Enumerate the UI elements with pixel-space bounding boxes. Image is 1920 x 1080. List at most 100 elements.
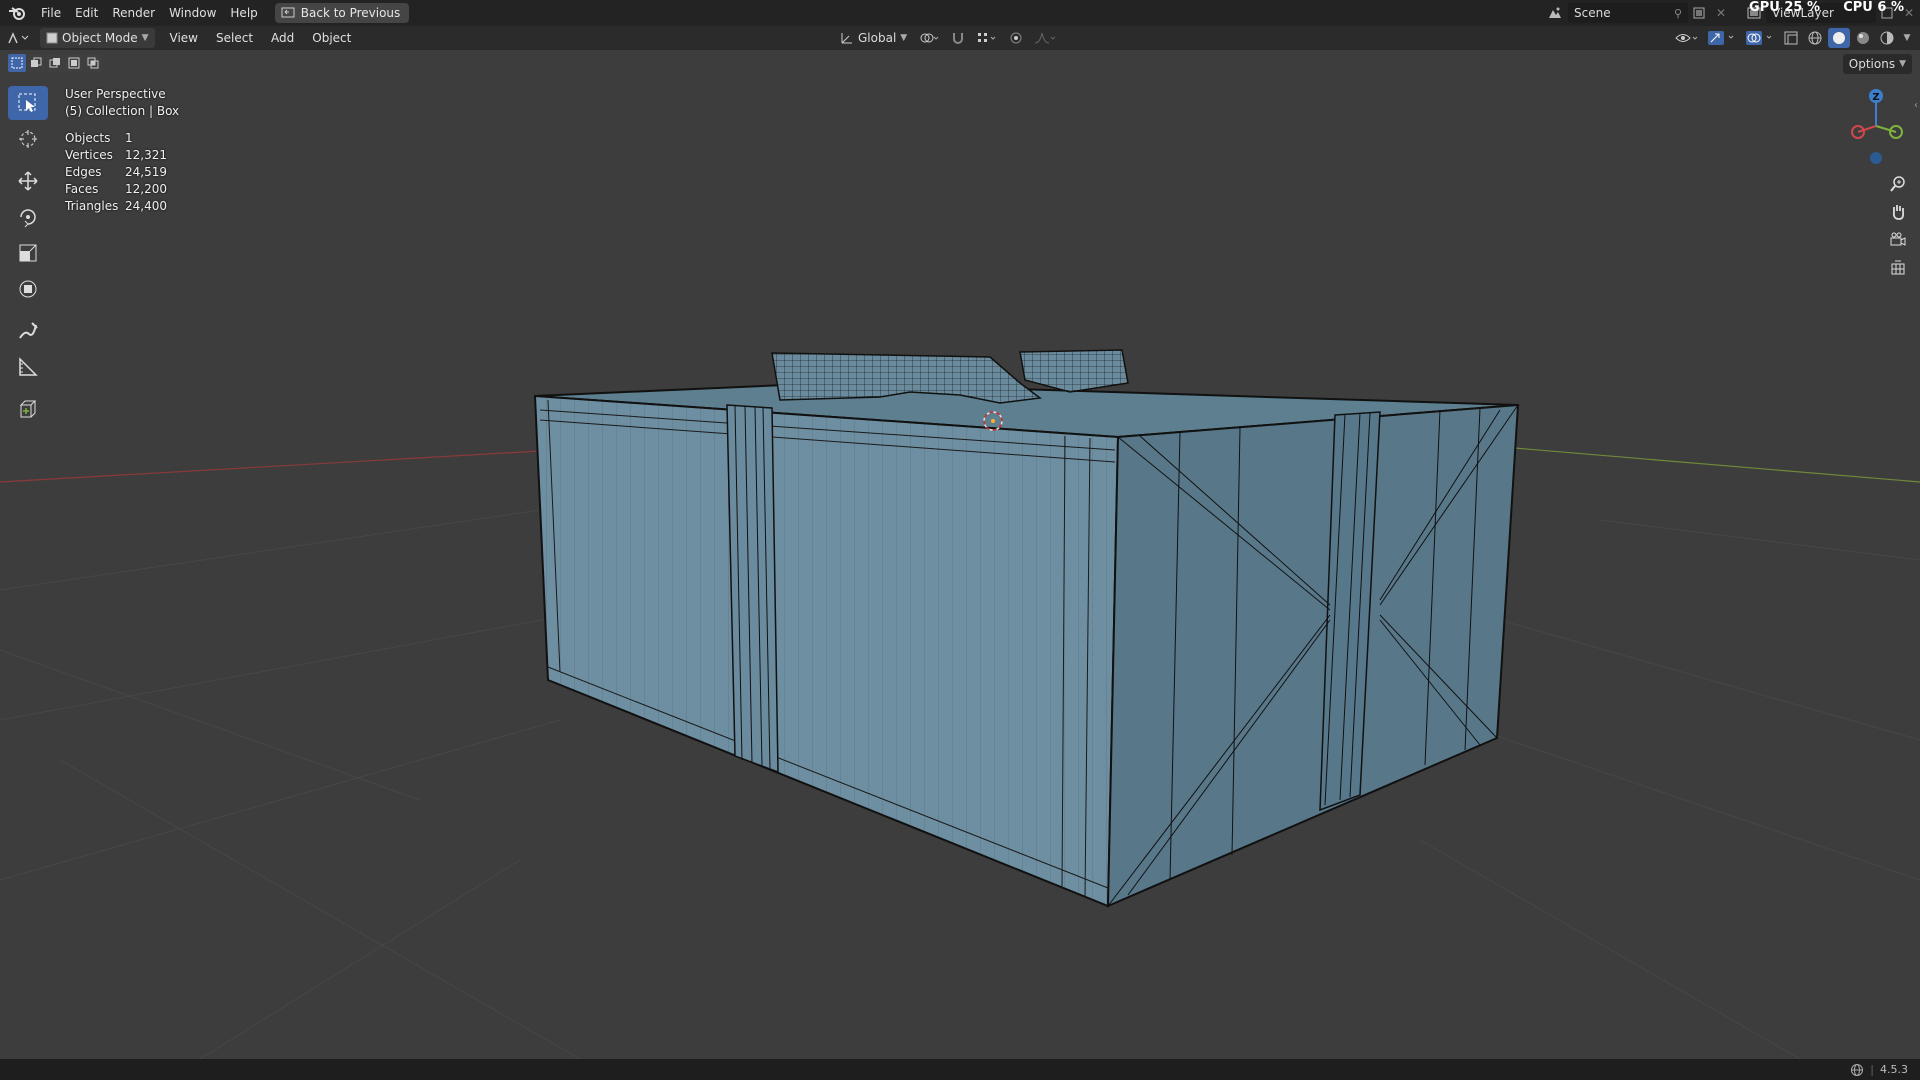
stat-label: Faces	[65, 182, 99, 196]
pan-hand-icon[interactable]	[1886, 198, 1910, 226]
shading-solid-icon[interactable]	[1828, 28, 1850, 48]
select-box-icon[interactable]	[8, 86, 48, 120]
scene-statistics: Objects 1 Vertices 12,321 Edges 24,519 F…	[65, 130, 179, 215]
stat-value: 24,400	[125, 199, 167, 213]
selection-mode-group	[8, 54, 102, 74]
gpu-value: 25 %	[1784, 0, 1820, 15]
perspective-label: User Perspective	[65, 87, 166, 101]
navigation-gizmo[interactable]: Z	[1846, 86, 1906, 166]
annotate-icon[interactable]	[8, 314, 48, 348]
cpu-value: 6 %	[1877, 0, 1904, 15]
status-bar: | 4.5.3	[0, 1059, 1920, 1080]
zoom-icon[interactable]	[1886, 170, 1910, 198]
network-globe-icon[interactable]	[1850, 1063, 1864, 1077]
cursor-icon[interactable]	[8, 122, 48, 156]
transform-controls: Global ▼	[836, 28, 1061, 48]
blender-version: 4.5.3	[1880, 1063, 1908, 1076]
navigation-tools	[1886, 170, 1910, 282]
menu-select[interactable]: Select	[207, 26, 262, 50]
select-subtract-icon[interactable]	[46, 54, 64, 72]
select-extend-icon[interactable]	[27, 54, 45, 72]
shading-rendered-icon[interactable]	[1876, 28, 1898, 48]
stat-value: 12,200	[125, 182, 167, 196]
rotate-icon[interactable]	[8, 200, 48, 234]
gpu-readout: GPU 25 %	[1749, 0, 1820, 16]
blender-logo-icon[interactable]	[0, 0, 34, 26]
stat-label: Vertices	[65, 148, 113, 162]
scene-name-label: Scene	[1574, 6, 1611, 20]
stat-value: 24,519	[125, 165, 167, 179]
gizmo-toggle-icon[interactable]	[1704, 28, 1740, 48]
cpu-readout: CPU 6 %	[1843, 0, 1904, 16]
select-invert-icon[interactable]	[65, 54, 83, 72]
chevron-down-icon: ▼	[141, 33, 149, 43]
stat-label: Objects	[65, 131, 111, 145]
scene-name-field[interactable]: Scene ⚲	[1568, 3, 1688, 23]
overlays-toggle-icon[interactable]	[1742, 28, 1778, 48]
menu-object[interactable]: Object	[303, 26, 360, 50]
options-dropdown[interactable]: Options ▼	[1842, 54, 1912, 74]
back-to-previous-button[interactable]: Back to Previous	[274, 3, 410, 23]
grid-ortho-icon[interactable]	[1886, 254, 1910, 282]
chevron-down-icon: ▼	[1899, 59, 1906, 69]
stat-value: 12,321	[125, 148, 167, 162]
editor-type-icon[interactable]	[0, 28, 36, 48]
gpu-label: GPU	[1749, 0, 1780, 15]
visibility-eye-icon[interactable]	[1672, 28, 1702, 48]
orientation-dropdown[interactable]: Global ▼	[836, 31, 911, 45]
menu-file[interactable]: File	[34, 0, 68, 26]
cpu-label: CPU	[1843, 0, 1873, 15]
stat-label: Triangles	[65, 199, 119, 213]
scene-browse-icon[interactable]	[1544, 3, 1566, 23]
stat-value: 1	[125, 131, 133, 145]
options-label: Options	[1848, 57, 1896, 71]
viewport-info-overlay: User Perspective (5) Collection | Box Ob…	[65, 86, 179, 215]
shading-wireframe-icon[interactable]	[1804, 28, 1826, 48]
orientation-label: Global	[858, 31, 897, 45]
back-screen-icon	[281, 7, 295, 18]
shading-material-icon[interactable]	[1852, 28, 1874, 48]
tool-shelf	[8, 86, 48, 428]
sidebar-toggle-icon[interactable]: ‹	[1914, 100, 1918, 111]
viewport-display-controls: ▼	[1672, 28, 1914, 48]
gizmo-z-label: Z	[1872, 92, 1879, 103]
status-separator: |	[1870, 1063, 1874, 1076]
snap-toggle-icon[interactable]	[947, 28, 969, 48]
menu-window[interactable]: Window	[162, 0, 223, 26]
menu-help[interactable]: Help	[223, 0, 264, 26]
ribbon-band-front	[726, 404, 779, 774]
camera-icon[interactable]	[1886, 226, 1910, 254]
menu-edit[interactable]: Edit	[68, 0, 105, 26]
3d-viewport[interactable]	[0, 50, 1920, 1059]
orientation-icon	[841, 33, 852, 44]
select-new-icon[interactable]	[8, 54, 26, 72]
pivot-point-icon[interactable]	[915, 28, 943, 48]
object-mode-dropdown[interactable]: Object Mode ▼	[40, 28, 155, 48]
chevron-down-icon: ▼	[900, 33, 908, 43]
menu-view[interactable]: View	[161, 26, 207, 50]
transform-icon[interactable]	[8, 272, 48, 306]
move-icon[interactable]	[8, 164, 48, 198]
proportional-edit-icon[interactable]	[1005, 28, 1027, 48]
top-menu-bar: File Edit Render Window Help Back to Pre…	[0, 0, 1920, 26]
select-intersect-icon[interactable]	[84, 54, 102, 72]
stat-label: Edges	[65, 165, 102, 179]
pin-icon[interactable]: ⚲	[1674, 7, 1682, 20]
measure-icon[interactable]	[8, 350, 48, 384]
shading-options-chevron-icon[interactable]: ▼	[1900, 28, 1914, 48]
object-mode-label: Object Mode	[62, 31, 138, 45]
snap-target-icon[interactable]	[973, 28, 1001, 48]
add-cube-icon[interactable]	[8, 392, 48, 426]
new-scene-icon[interactable]	[1688, 3, 1710, 23]
collection-label: (5) Collection | Box	[65, 104, 180, 118]
object-mode-icon	[46, 32, 58, 44]
viewport-header: Object Mode ▼ View Select Add Object Glo…	[0, 26, 1920, 50]
xray-toggle-icon[interactable]	[1780, 28, 1802, 48]
menu-add[interactable]: Add	[262, 26, 303, 50]
menu-render[interactable]: Render	[105, 0, 162, 26]
falloff-curve-icon[interactable]	[1031, 28, 1061, 48]
scale-icon[interactable]	[8, 236, 48, 270]
back-to-previous-label: Back to Previous	[300, 6, 401, 20]
gizmo-negative-z[interactable]	[1870, 152, 1882, 164]
delete-scene-icon[interactable]: ✕	[1710, 3, 1732, 23]
